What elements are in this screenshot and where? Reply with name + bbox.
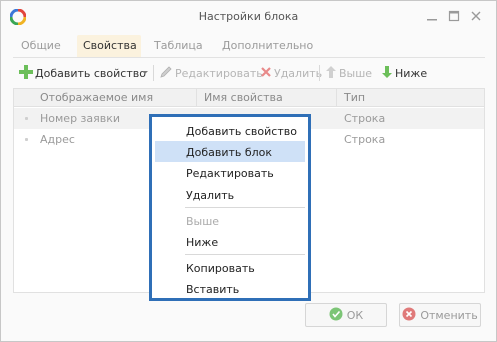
move-down-button[interactable]: Ниже bbox=[381, 64, 427, 82]
column-divider bbox=[336, 89, 337, 107]
tab-table[interactable]: Таблица bbox=[154, 35, 203, 57]
menu-item-copy[interactable]: Копировать bbox=[155, 257, 305, 278]
cell-type: Строка bbox=[344, 133, 386, 146]
cell-type: Строка bbox=[344, 112, 386, 125]
row-indicator bbox=[25, 138, 28, 141]
column-header-display-name[interactable]: Отображаемое имя bbox=[40, 91, 153, 104]
ok-label: ОК bbox=[346, 308, 364, 322]
delete-button[interactable]: Удалить bbox=[260, 64, 322, 82]
chevron-down-icon[interactable] bbox=[141, 67, 149, 80]
menu-separator bbox=[185, 207, 305, 208]
column-divider bbox=[196, 89, 197, 107]
ok-button[interactable]: ОК bbox=[305, 303, 387, 327]
table-header: Отображаемое имя Имя свойства Тип bbox=[14, 89, 484, 107]
cancel-label: Отменить bbox=[420, 308, 478, 322]
menu-item-edit[interactable]: Редактировать bbox=[155, 162, 305, 183]
toolbar-separator bbox=[153, 65, 154, 81]
cell-display-name: Номер заявки bbox=[40, 112, 121, 125]
plus-icon bbox=[19, 64, 35, 82]
menu-item-paste[interactable]: Вставить bbox=[155, 278, 305, 299]
move-up-label: Выше bbox=[339, 66, 373, 80]
cancel-button[interactable]: Отменить bbox=[399, 303, 481, 327]
window-title: Настройки блока bbox=[198, 10, 299, 23]
menu-separator bbox=[185, 254, 305, 255]
add-property-label: Добавить свойство bbox=[35, 66, 146, 80]
context-menu: Добавить свойство Добавить блок Редактир… bbox=[149, 114, 311, 301]
column-header-property-name[interactable]: Имя свойства bbox=[204, 91, 283, 104]
cancel-circle-icon bbox=[402, 307, 420, 324]
menu-item-add-block[interactable]: Добавить блок bbox=[155, 141, 305, 162]
dialog-window: Настройки блока Общие Свойства Таблица Д… bbox=[0, 0, 497, 342]
menu-item-add-property[interactable]: Добавить свойство bbox=[155, 120, 305, 141]
toolbar-separator bbox=[319, 65, 320, 81]
cross-icon bbox=[260, 66, 274, 81]
arrow-down-icon bbox=[381, 65, 395, 82]
menu-item-move-down[interactable]: Ниже bbox=[155, 231, 305, 252]
tab-additional[interactable]: Дополнительно bbox=[222, 35, 313, 57]
tab-properties[interactable]: Свойства bbox=[77, 35, 141, 57]
move-up-button[interactable]: Выше bbox=[325, 64, 372, 82]
tab-general[interactable]: Общие bbox=[21, 35, 61, 57]
tab-divider bbox=[13, 57, 485, 58]
menu-item-move-up[interactable]: Выше bbox=[155, 210, 305, 231]
close-icon[interactable] bbox=[469, 9, 483, 23]
row-indicator bbox=[25, 117, 28, 120]
edit-button[interactable]: Редактировать bbox=[159, 64, 263, 82]
checkmark-circle-icon bbox=[329, 307, 347, 324]
menu-item-delete[interactable]: Удалить bbox=[155, 184, 305, 205]
column-header-type[interactable]: Тип bbox=[344, 91, 365, 104]
pencil-icon bbox=[159, 65, 175, 82]
edit-label: Редактировать bbox=[175, 66, 263, 80]
add-property-button[interactable]: Добавить свойство bbox=[19, 64, 146, 82]
delete-label: Удалить bbox=[274, 66, 323, 80]
minimize-icon[interactable] bbox=[425, 9, 439, 23]
cell-display-name: Адрес bbox=[40, 133, 75, 146]
arrow-up-icon bbox=[325, 65, 339, 82]
maximize-icon[interactable] bbox=[447, 9, 461, 23]
move-down-label: Ниже bbox=[395, 66, 428, 80]
title-bar: Настройки блока bbox=[1, 1, 496, 33]
